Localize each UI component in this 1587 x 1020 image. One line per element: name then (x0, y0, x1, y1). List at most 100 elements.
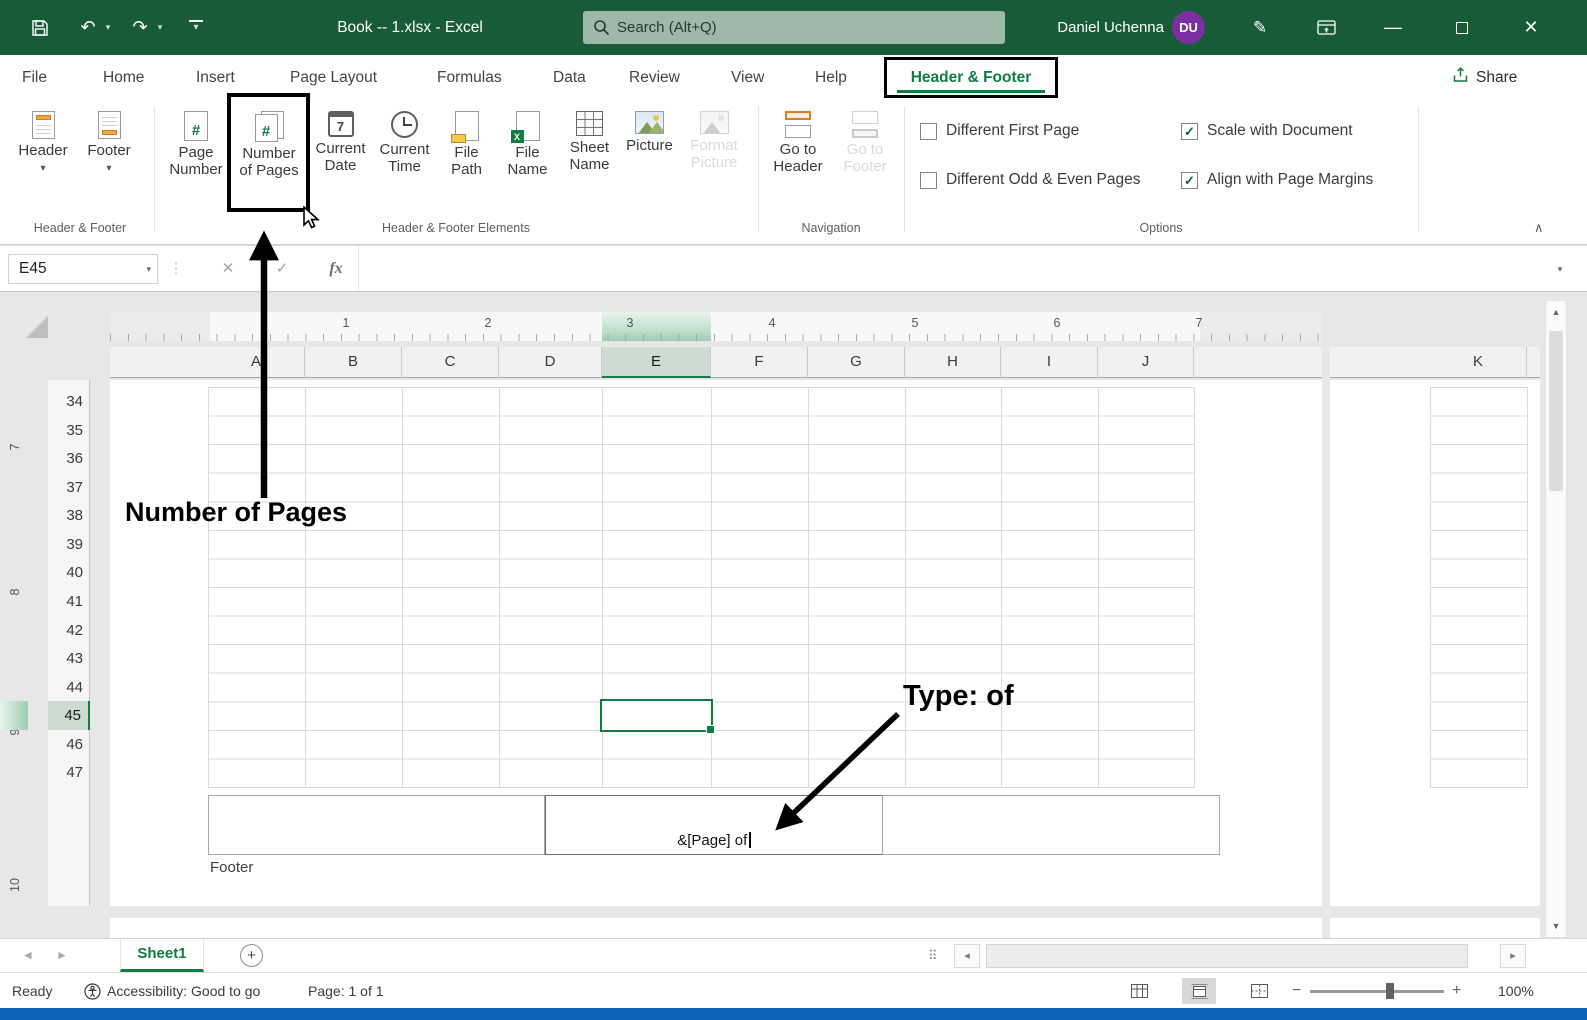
column-header[interactable]: F (711, 347, 808, 378)
sheet-name-button[interactable]: Sheet Name (559, 103, 620, 219)
row-header[interactable]: 34 (48, 387, 90, 416)
selected-cell[interactable] (600, 699, 715, 734)
page-number-button[interactable]: # Page Number (162, 103, 230, 219)
row-header[interactable]: 44 (48, 673, 90, 702)
accessibility-icon (84, 983, 101, 1003)
avatar[interactable]: DU (1172, 11, 1205, 44)
formula-input[interactable] (358, 246, 1540, 291)
row-header[interactable]: 37 (48, 473, 90, 502)
row-header[interactable]: 43 (48, 644, 90, 673)
zoom-level[interactable]: 100% (1498, 973, 1534, 1009)
share-button[interactable]: Share (1452, 62, 1517, 93)
vertical-scrollbar-thumb[interactable] (1549, 331, 1563, 491)
footer-area-label: Footer (210, 859, 254, 876)
customize-toolbar-chevron-icon[interactable]: ▾ (186, 0, 206, 55)
search-icon (593, 19, 610, 40)
ribbon-tab-formulas[interactable]: Formulas (437, 55, 502, 100)
search-bar[interactable]: Search (Alt+Q) (583, 11, 1005, 44)
column-header[interactable]: J (1098, 347, 1194, 378)
row-header[interactable]: 36 (48, 444, 90, 473)
row-header[interactable]: 35 (48, 416, 90, 445)
column-header[interactable]: B (305, 347, 402, 378)
save-icon[interactable] (18, 0, 62, 55)
checkbox-scale-with-document[interactable]: ✓ Scale with Document (1181, 122, 1353, 140)
mouse-cursor-icon (303, 206, 321, 229)
row-header[interactable]: 42 (48, 616, 90, 645)
page-layout-view-button[interactable] (1182, 978, 1216, 1004)
taskbar-strip (0, 1008, 1587, 1020)
cells-grid[interactable] (1430, 387, 1528, 788)
previous-sheet-icon[interactable]: ◄ (22, 939, 34, 972)
column-header[interactable]: G (808, 347, 905, 378)
checkbox-different-odd-even[interactable]: Different Odd & Even Pages (920, 171, 1140, 189)
checkbox-icon[interactable]: ✓ (1181, 122, 1198, 140)
header-button[interactable]: Header ▾ (12, 103, 74, 219)
row-header-selected[interactable]: 45 (48, 701, 90, 730)
current-time-button[interactable]: Current Time (373, 103, 436, 219)
scroll-right-icon[interactable]: ▸ (1500, 944, 1526, 968)
maximize-button[interactable] (1440, 0, 1484, 55)
ribbon-tab-file[interactable]: File (22, 55, 47, 100)
scroll-down-icon[interactable]: ▼ (1546, 915, 1566, 937)
ribbon-tab-home[interactable]: Home (103, 55, 144, 100)
redo-dropdown-icon[interactable]: ▾ (150, 0, 170, 55)
zoom-slider-track[interactable] (1310, 990, 1444, 993)
checkbox-icon[interactable] (920, 171, 937, 189)
page-break-view-button[interactable] (1242, 978, 1276, 1004)
column-header[interactable]: I (1001, 347, 1098, 378)
ribbon-tab-help[interactable]: Help (815, 55, 847, 100)
collapse-ribbon-icon[interactable]: ∧ (1534, 220, 1544, 236)
column-header[interactable]: K (1430, 347, 1527, 378)
footer-button[interactable]: Footer ▾ (78, 103, 140, 219)
row-header[interactable]: 38 (48, 501, 90, 530)
footer-right-section[interactable] (882, 795, 1220, 855)
row-header[interactable]: 47 (48, 758, 90, 787)
picture-button[interactable]: Picture (621, 103, 678, 219)
scroll-up-icon[interactable]: ▲ (1546, 301, 1566, 323)
select-all-corner[interactable] (26, 316, 48, 338)
ink-pen-icon[interactable]: ✎ (1238, 0, 1282, 55)
undo-dropdown-icon[interactable]: ▾ (98, 0, 118, 55)
normal-view-button[interactable] (1122, 978, 1156, 1004)
vertical-scrollbar[interactable]: ▲ ▼ (1545, 300, 1567, 938)
ribbon-tab-review[interactable]: Review (629, 55, 680, 100)
row-header[interactable]: 40 (48, 558, 90, 587)
ribbon-tab-data[interactable]: Data (553, 55, 586, 100)
current-date-button[interactable]: 7 Current Date (309, 103, 372, 219)
zoom-in-button[interactable]: + (1452, 973, 1461, 1009)
horizontal-scrollbar-thumb[interactable] (986, 944, 1468, 968)
ribbon-tab-view[interactable]: View (731, 55, 764, 100)
close-button[interactable]: ✕ (1509, 0, 1553, 55)
minimize-button[interactable]: — (1371, 0, 1415, 55)
share-label: Share (1476, 68, 1518, 86)
checkbox-icon[interactable]: ✓ (1181, 171, 1198, 189)
go-to-header-button[interactable]: Go to Header (766, 103, 830, 219)
column-header[interactable]: H (905, 347, 1001, 378)
chevron-down-icon[interactable]: ▾ (146, 255, 151, 283)
file-path-button[interactable]: File Path (437, 103, 496, 219)
expand-formula-bar-icon[interactable]: ▾ (1544, 254, 1576, 284)
next-sheet-icon[interactable]: ► (56, 939, 68, 972)
file-name-button[interactable]: X File Name (497, 103, 558, 219)
ribbon-display-options-icon[interactable] (1304, 0, 1348, 55)
scroll-left-icon[interactable]: ◂ (954, 944, 980, 968)
ribbon-tab-header-footer[interactable]: Header & Footer (911, 69, 1032, 86)
checkbox-align-page-margins[interactable]: ✓ Align with Page Margins (1181, 171, 1373, 189)
zoom-slider-thumb[interactable] (1386, 983, 1394, 999)
sheet-tab-sheet1[interactable]: Sheet1 (120, 939, 204, 972)
checkbox-icon[interactable] (920, 122, 937, 140)
drag-handle-icon[interactable]: ⠿ (928, 939, 938, 972)
footer-left-section[interactable] (208, 795, 545, 855)
column-header-selected[interactable]: E (602, 347, 711, 378)
checkbox-different-first-page[interactable]: Different First Page (920, 122, 1079, 140)
new-sheet-button[interactable]: + (240, 944, 263, 967)
column-header[interactable]: C (402, 347, 499, 378)
name-box[interactable]: E45 ▾ (8, 254, 158, 284)
row-header[interactable]: 39 (48, 530, 90, 559)
accessibility-status[interactable]: Accessibility: Good to go (107, 973, 260, 1009)
zoom-out-button[interactable]: − (1292, 973, 1301, 1009)
insert-function-icon[interactable]: fx (320, 254, 352, 284)
row-header[interactable]: 41 (48, 587, 90, 616)
row-header[interactable]: 46 (48, 730, 90, 759)
column-header[interactable]: D (499, 347, 602, 378)
